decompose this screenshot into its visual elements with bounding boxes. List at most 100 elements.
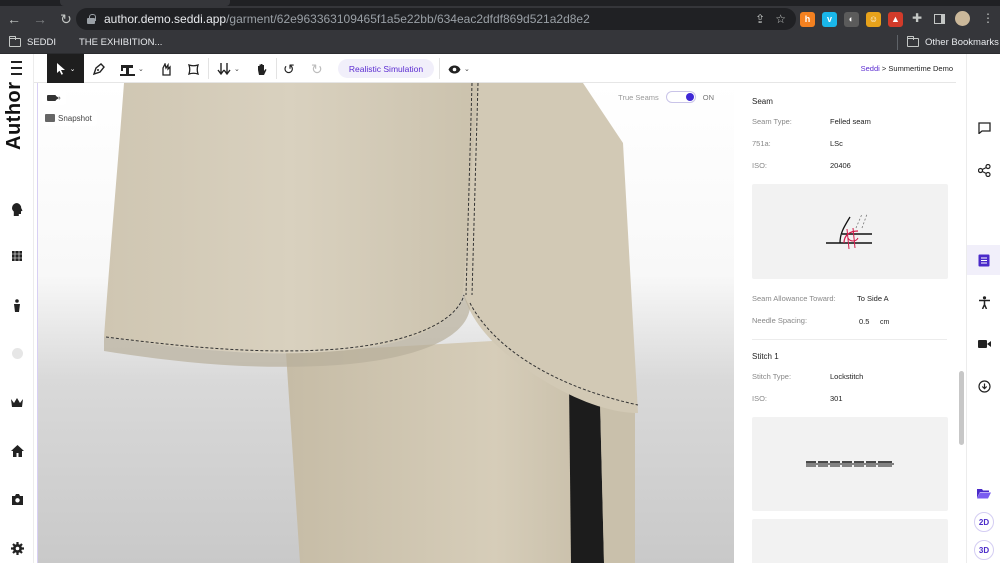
redo-button[interactable]: ↻	[311, 60, 323, 78]
fold-tool-button[interactable]	[160, 60, 173, 78]
select-tool-button[interactable]: ⌄	[47, 54, 84, 83]
back-icon[interactable]: ←	[2, 7, 26, 31]
share-nodes-icon[interactable]	[976, 162, 992, 178]
hand-pan-icon	[258, 63, 267, 75]
fabric-texture-icon[interactable]	[9, 248, 25, 264]
trouser-panel	[600, 401, 635, 563]
puzzle-icon[interactable]: ✚	[912, 11, 922, 25]
eye-icon	[448, 65, 461, 73]
breadcrumb-current: Summertime Demo	[888, 64, 953, 73]
figure-pose-icon[interactable]	[976, 294, 992, 310]
undo-button[interactable]: ↺	[283, 60, 295, 78]
home-icon[interactable]	[9, 443, 25, 459]
menu-icon[interactable]	[11, 61, 22, 75]
chevron-down-icon[interactable]: ⌄	[234, 65, 240, 73]
pattern-piece-icon	[187, 63, 200, 75]
stitch-section-title: Stitch 1	[752, 352, 779, 361]
bookmarks-bar: SEDDI THE EXHIBITION... Other Bookmarks	[0, 32, 1000, 54]
other-bookmarks-label: Other Bookmarks	[925, 37, 999, 48]
camera-icon	[45, 114, 55, 122]
folder-icon	[907, 36, 919, 47]
shirt-front-panel	[104, 83, 478, 354]
settings-gear-icon[interactable]	[9, 540, 25, 556]
pan-tool-button[interactable]	[255, 60, 268, 78]
side-panel-icon[interactable]	[934, 14, 945, 24]
bookmark-star-icon[interactable]: ☆	[775, 12, 786, 26]
751a-label: 751a:	[752, 139, 771, 148]
url-host: author.demo.seddi.app	[104, 12, 227, 26]
hacker-news-icon[interactable]: h	[800, 11, 815, 27]
address-bar[interactable]: author.demo.seddi.app/garment/62e9633631…	[76, 8, 796, 30]
vimeo-icon[interactable]: v	[822, 11, 837, 27]
globe-icon	[9, 345, 25, 361]
view-3d-button[interactable]: 3D	[974, 540, 994, 560]
honey-icon[interactable]: ☺	[866, 11, 881, 27]
seam-allowance-value[interactable]: To Side A	[857, 294, 889, 303]
comment-icon[interactable]	[976, 120, 992, 136]
download-circle-icon[interactable]	[976, 378, 992, 394]
scrollbar-thumb[interactable]	[959, 371, 964, 445]
pattern-piece-button[interactable]	[187, 60, 200, 78]
snapshot-label: Snapshot	[58, 113, 92, 123]
bookmark-exhibition[interactable]: THE EXHIBITION...	[79, 37, 162, 48]
chevron-down-icon[interactable]: ⌄	[138, 65, 144, 73]
other-bookmarks[interactable]: Other Bookmarks	[907, 36, 999, 48]
true-seams-control: True Seams ON	[618, 91, 714, 103]
open-folder-icon[interactable]	[976, 485, 992, 501]
seam-allowance-label: Seam Allowance Toward:	[752, 294, 836, 303]
pen-tool-button[interactable]	[92, 60, 105, 78]
section-divider	[752, 339, 947, 340]
reload-icon[interactable]: ↻	[54, 7, 78, 31]
seam-type-label: Seam Type:	[752, 117, 792, 126]
left-sidebar: Author	[0, 54, 34, 563]
bookmark-seddi[interactable]: SEDDI	[9, 36, 57, 48]
share-icon[interactable]: ⇪	[755, 12, 765, 26]
bookmark-label: SEDDI	[27, 37, 57, 48]
properties-panel: Seam Seam Type: Felled seam 751a: LSc IS…	[740, 83, 956, 563]
bookmark-label: THE EXHIBITION...	[79, 37, 163, 48]
cursor-arrow-icon	[56, 62, 65, 75]
arrange-tool-button[interactable]: ⌄	[217, 60, 240, 78]
breadcrumb-separator: >	[881, 64, 887, 73]
true-seams-toggle[interactable]	[665, 91, 696, 103]
needle-spacing-label: Needle Spacing:	[752, 316, 808, 325]
right-rail: 2D 3D	[966, 54, 1000, 563]
chevron-down-icon[interactable]: ⌄	[464, 65, 470, 73]
realistic-simulation-button[interactable]: Realistic Simulation	[338, 59, 434, 78]
seam-diagram-box	[752, 184, 948, 279]
crown-icon[interactable]	[9, 394, 25, 410]
needle-spacing-unit: cm	[880, 319, 890, 326]
seam-type-value: Felled seam	[830, 117, 871, 126]
view-2d-button[interactable]: 2D	[974, 512, 994, 532]
view-mode-button[interactable]: ⌄	[448, 60, 470, 78]
profile-avatar[interactable]	[955, 11, 970, 26]
sewing-machine-button[interactable]: ⌄	[120, 60, 144, 78]
head-icon[interactable]	[9, 201, 25, 217]
breadcrumb-root[interactable]: Seddi	[861, 64, 880, 73]
avatar-figure-icon[interactable]	[9, 297, 25, 313]
badge-extension-icon[interactable]: ▲	[888, 11, 903, 27]
next-diagram-box	[752, 519, 948, 563]
panel-scrollbar[interactable]	[958, 83, 966, 563]
camera-menu-button[interactable]: ›	[42, 91, 66, 105]
seam-section-title: Seam	[752, 97, 773, 106]
3d-viewport[interactable]: › Snapshot True Seams ON	[37, 83, 734, 563]
undo-icon: ↺	[283, 60, 295, 77]
trouser-side-stripe	[569, 383, 604, 563]
garment-render	[104, 83, 639, 563]
stitch-iso-label: ISO:	[752, 394, 768, 403]
kebab-menu-icon[interactable]: ⋮	[982, 11, 994, 25]
folder-icon	[9, 36, 21, 47]
extensions-bar: h v ◐ ☺ ▲	[800, 6, 903, 32]
snapshot-button[interactable]: Snapshot	[42, 110, 97, 126]
sewing-machine-icon	[120, 64, 135, 76]
camera-icon[interactable]	[9, 491, 25, 507]
forward-icon[interactable]: →	[28, 7, 52, 31]
toggle-knob	[685, 93, 694, 101]
properties-list-icon[interactable]	[976, 252, 992, 268]
chevron-down-icon[interactable]: ⌄	[70, 65, 76, 73]
brand-logo: Author	[3, 81, 25, 150]
dark-reader-icon[interactable]: ◐	[844, 11, 859, 27]
needle-spacing-input[interactable]: 0.5	[859, 317, 869, 326]
video-record-icon[interactable]	[976, 336, 992, 352]
